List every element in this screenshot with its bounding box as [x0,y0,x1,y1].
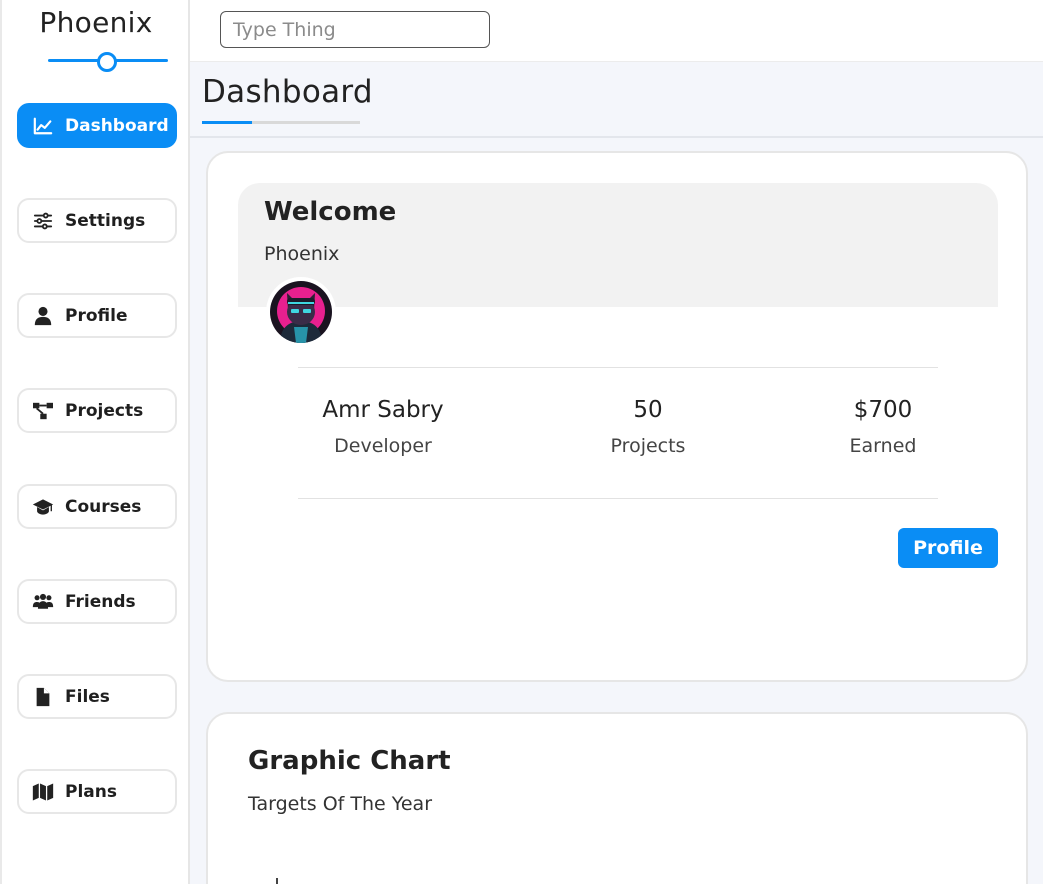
stat-label: Projects [610,435,686,457]
diagram-project-icon [31,400,55,422]
brand-dot [97,52,117,72]
welcome-card: Welcome Phoenix Amr Sabry Developer 50 P… [206,151,1028,682]
brand-name: Phoenix [39,6,153,39]
stat-earned: $700 Earned [808,397,958,457]
avatar [266,277,336,347]
stat-label: Developer [334,435,432,457]
welcome-title: Welcome [264,197,397,227]
sidebar-item-projects[interactable]: Projects [17,388,177,433]
stat-name: Amr Sabry Developer [293,397,473,457]
title-underline-accent [202,121,252,124]
header-divider [190,136,1043,138]
graduation-cap-icon [31,496,55,518]
chart-card: Graphic Chart Targets Of The Year [206,712,1028,884]
main-content: Dashboard Welcome Phoenix [190,0,1043,884]
sidebar-item-label: Profile [65,305,128,326]
app: Phoenix Dashboard Settings Profile Proje… [0,0,1043,884]
profile-button[interactable]: Profile [898,528,998,568]
chart-subtitle: Targets Of The Year [248,793,433,815]
search-input[interactable] [220,11,490,48]
users-icon [31,591,55,613]
chart-line-icon [31,115,55,137]
title-underline [202,121,360,124]
stat-value: Amr Sabry [322,397,444,423]
welcome-subtitle: Phoenix [264,243,340,265]
divider-top [298,367,938,368]
page-title: Dashboard [202,74,373,110]
sidebar: Phoenix Dashboard Settings Profile Proje… [0,0,190,884]
welcome-header: Welcome Phoenix [238,183,998,307]
sidebar-item-label: Projects [65,400,144,421]
avatar-cat-icon [270,281,332,343]
sidebar-item-label: Plans [65,781,117,802]
sidebar-item-files[interactable]: Files [17,674,177,719]
sidebar-item-settings[interactable]: Settings [17,198,177,243]
sidebar-item-plans[interactable]: Plans [17,769,177,814]
file-icon [31,686,55,708]
stat-value: 50 [633,397,663,423]
chart-axis [276,878,278,884]
sidebar-item-label: Settings [65,210,146,231]
sidebar-item-label: Courses [65,496,142,517]
map-icon [31,781,55,803]
top-bar [190,0,1043,62]
chart-title: Graphic Chart [248,746,451,776]
stat-value: $700 [853,397,913,423]
divider-bottom [298,498,938,499]
sidebar-item-courses[interactable]: Courses [17,484,177,529]
page-header: Dashboard [202,74,373,110]
user-icon [31,305,55,327]
sidebar-item-profile[interactable]: Profile [17,293,177,338]
sidebar-item-friends[interactable]: Friends [17,579,177,624]
stat-projects: 50 Projects [568,397,728,457]
sidebar-item-label: Friends [65,591,136,612]
sliders-icon [31,210,55,232]
sidebar-item-label: Dashboard [65,115,169,136]
sidebar-item-label: Files [65,686,110,707]
sidebar-item-dashboard[interactable]: Dashboard [17,103,177,148]
stat-label: Earned [849,435,917,457]
